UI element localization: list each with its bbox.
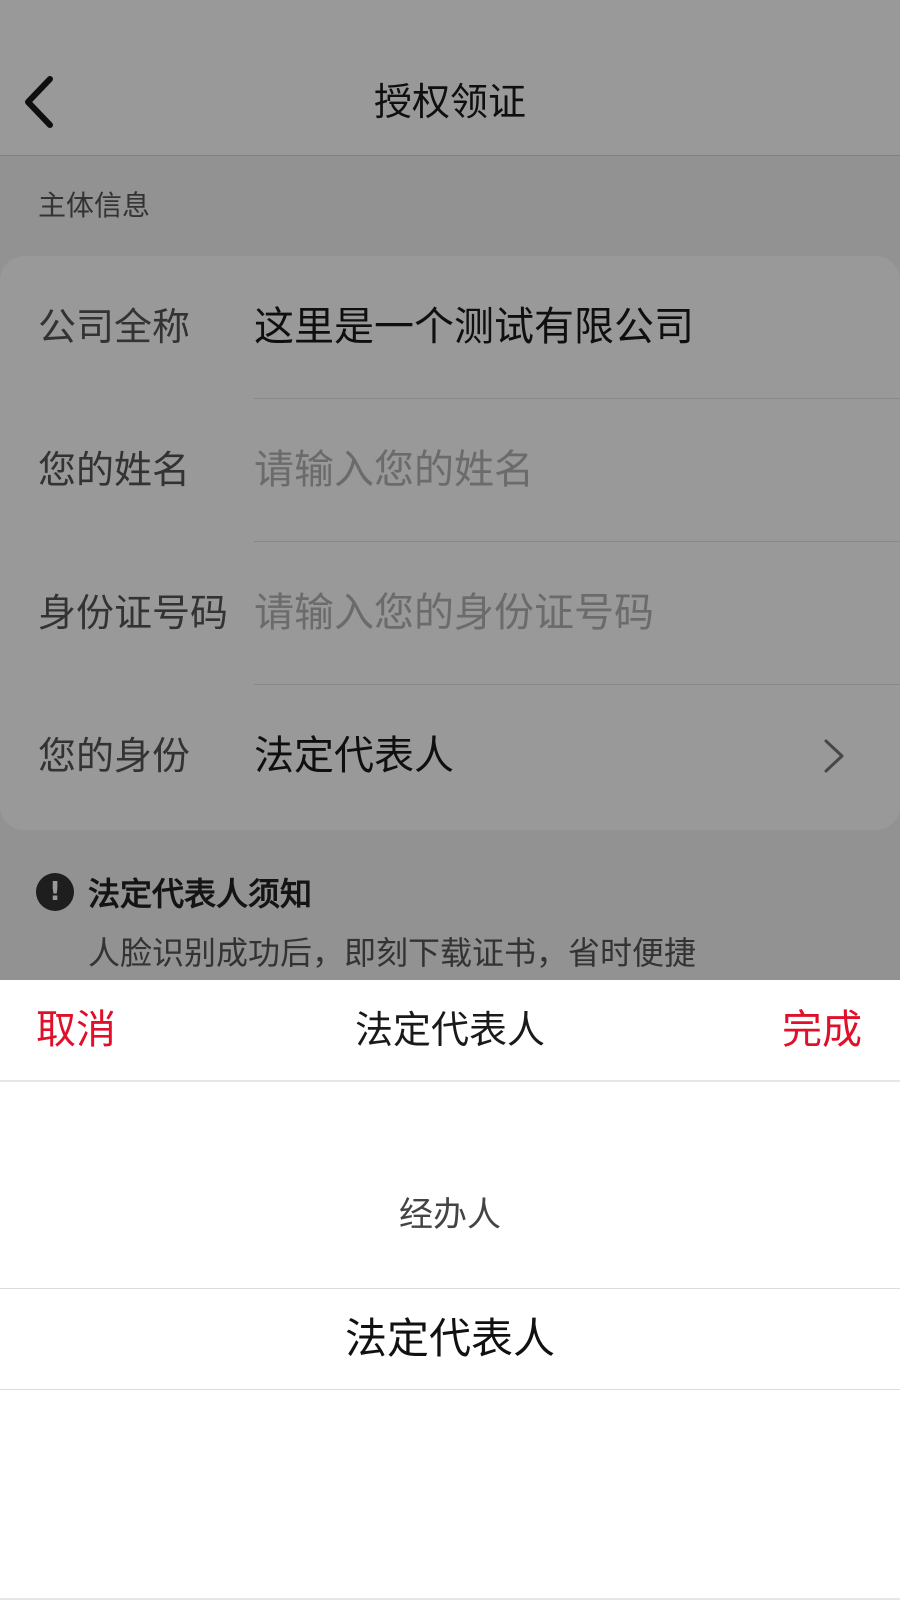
picker-toolbar: 取消 法定代表人 完成 [0,980,900,1082]
picker-title: 法定代表人 [354,1008,545,1052]
picker-selection-band: 法定代表人 [0,1288,900,1390]
modal-overlay[interactable] [0,0,900,980]
picker-option[interactable]: 经办人 [0,1185,900,1245]
done-button[interactable]: 完成 [782,980,862,1080]
picker-option-selected[interactable]: 法定代表人 [0,1289,900,1389]
